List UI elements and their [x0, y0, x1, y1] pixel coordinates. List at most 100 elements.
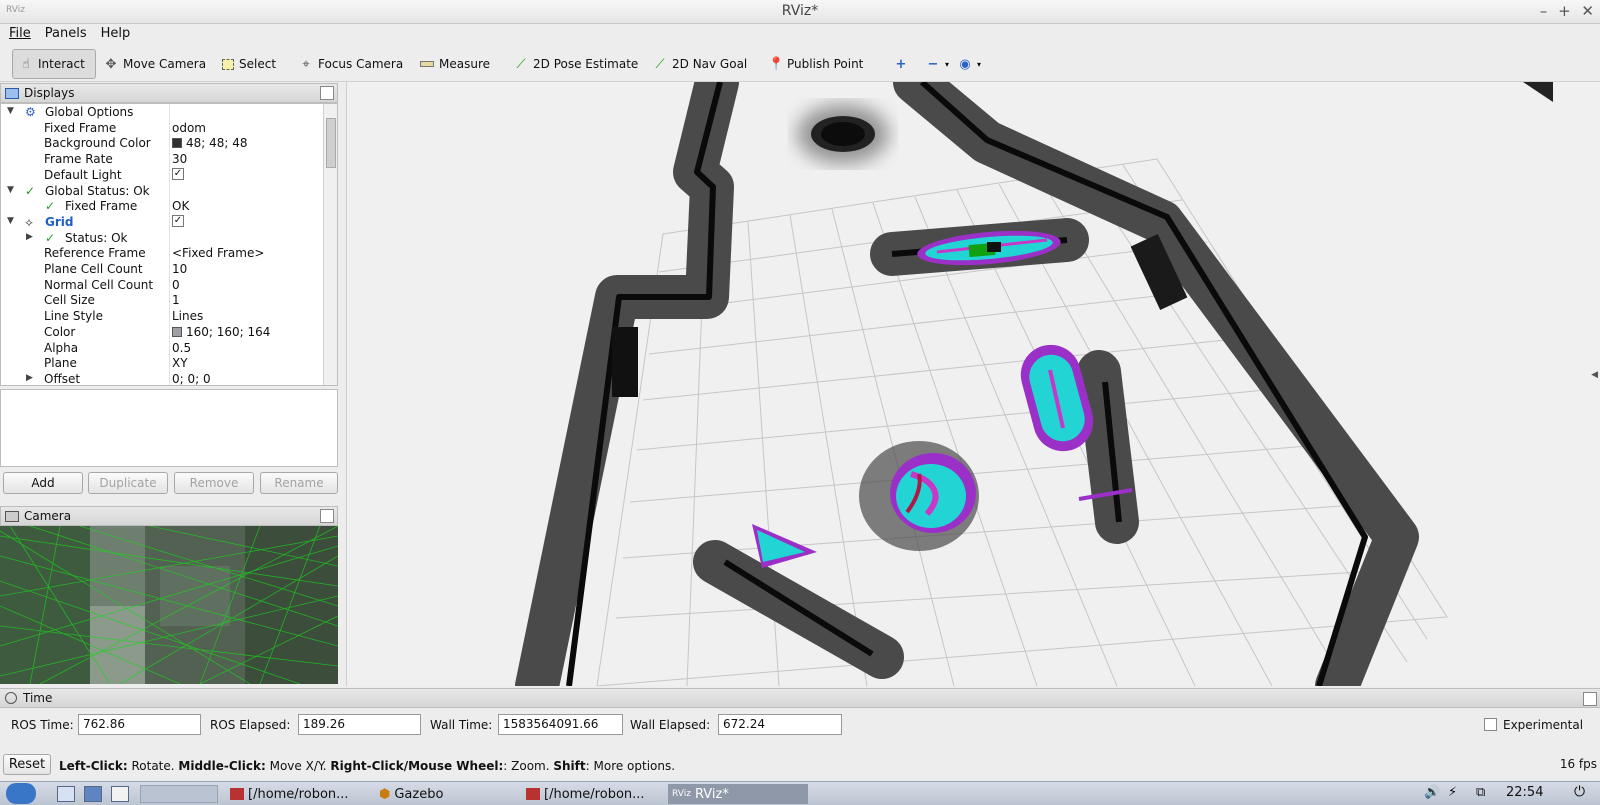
tree-row-fixed-frame-status[interactable]: ✓ Fixed Frame OK [1, 198, 323, 214]
expand-closed-icon[interactable]: ▶ [26, 232, 36, 242]
chevron-down-icon: ▾ [945, 59, 950, 69]
tree-row-reference-frame[interactable]: Reference Frame <Fixed Frame> [1, 245, 323, 261]
gear-icon: ⚙ [25, 105, 36, 119]
rename-button[interactable]: Rename [260, 472, 338, 494]
taskbar: [/home/robon... ⬢ Gazebo [/home/robon... … [0, 781, 1600, 805]
status-hint-desc: : More options. [585, 759, 676, 773]
window-title: RViz* [781, 3, 819, 19]
scrollbar-thumb[interactable] [326, 118, 336, 168]
tree-row-value[interactable]: <Fixed Frame> [172, 246, 264, 260]
tree-row-frame-rate[interactable]: Frame Rate 30 [1, 151, 323, 167]
tree-row-global-status[interactable]: ▼ ✓ Global Status: Ok [1, 183, 323, 199]
menubar: File Panels Help [0, 24, 1600, 46]
tree-row-global-options[interactable]: ▼ ⚙ Global Options [1, 104, 323, 120]
view-tool-button[interactable]: ◉ ▾ [952, 49, 987, 79]
tool-2d-nav-goal[interactable]: ⟋ 2D Nav Goal [647, 49, 753, 79]
close-icon[interactable]: ✕ [1581, 2, 1594, 20]
expand-closed-icon[interactable]: ▶ [26, 373, 36, 383]
minimize-icon[interactable]: – [1540, 2, 1548, 20]
tool-2d-pose-estimate[interactable]: ⟋ 2D Pose Estimate [508, 49, 644, 79]
tree-row-checkbox[interactable]: ✓ [172, 167, 184, 180]
tool-focus-camera[interactable]: ⌖ Focus Camera [293, 49, 409, 79]
tree-row-value[interactable]: OK [172, 199, 189, 213]
window-switcher-icon[interactable] [111, 786, 129, 802]
3d-render-view[interactable]: ◀ [346, 82, 1600, 686]
tool-move-camera[interactable]: ✥ Move Camera [98, 49, 212, 79]
tree-row-normal-cell-count[interactable]: Normal Cell Count 0 [1, 277, 323, 293]
tree-row-color[interactable]: Color 160; 160; 164 [1, 324, 323, 340]
power-status-icon[interactable]: ⚡ [1448, 785, 1457, 800]
tree-row-value[interactable]: odom [172, 121, 206, 135]
task-terminal-2[interactable]: [/home/robon... [522, 784, 662, 804]
tree-row-value[interactable]: Lines [172, 309, 203, 323]
tool-measure[interactable]: Measure [414, 49, 496, 79]
expand-open-icon[interactable]: ▼ [7, 216, 17, 226]
tree-row-background-color[interactable]: Background Color 48; 48; 48 [1, 135, 323, 151]
tree-row-alpha[interactable]: Alpha 0.5 [1, 340, 323, 356]
desktop-pager[interactable] [140, 785, 218, 803]
remove-tool-button[interactable]: − ▾ [920, 49, 955, 79]
duplicate-button[interactable]: Duplicate [88, 472, 168, 494]
tree-row-value[interactable]: XY [172, 356, 188, 370]
tree-row-plane-cell-count[interactable]: Plane Cell Count 10 [1, 261, 323, 277]
panel-float-button[interactable] [320, 86, 334, 100]
tree-row-value[interactable]: 48; 48; 48 [172, 136, 248, 150]
tree-row-value[interactable]: 0 [172, 278, 180, 292]
tree-row-fixed-frame[interactable]: Fixed Frame odom [1, 120, 323, 136]
task-gazebo[interactable]: ⬢ Gazebo [375, 784, 515, 804]
tree-row-value[interactable]: ✓ [172, 167, 184, 180]
tree-row-grid[interactable]: ▼ ⟡ Grid ✓ [1, 214, 323, 230]
terminal-icon [526, 788, 540, 800]
ros-time-label: ROS Time: [11, 718, 74, 732]
ros-elapsed-field[interactable]: 189.26 [298, 714, 421, 735]
tree-row-offset[interactable]: ▶ Offset 0; 0; 0 [1, 371, 323, 385]
add-tool-button[interactable]: + [888, 49, 914, 79]
window-titlebar: RViz RViz* – + ✕ [0, 0, 1600, 24]
tree-row-value[interactable]: ✓ [172, 214, 184, 227]
start-menu-icon[interactable] [6, 783, 36, 804]
wall-time-field[interactable]: 1583564091.66 [498, 714, 623, 735]
tree-row-line-style[interactable]: Line Style Lines [1, 308, 323, 324]
color-swatch[interactable] [172, 326, 182, 337]
task-terminal-1[interactable]: [/home/robon... [226, 784, 366, 804]
camera-image [0, 526, 338, 684]
maximize-icon[interactable]: + [1558, 2, 1571, 20]
panel-float-button[interactable] [1583, 692, 1597, 706]
menu-file[interactable]: File [4, 24, 36, 43]
browser-icon[interactable] [84, 786, 102, 802]
expand-open-icon[interactable]: ▼ [7, 106, 17, 116]
reset-button[interactable]: Reset [3, 754, 51, 775]
file-manager-icon[interactable] [57, 786, 75, 802]
network-icon[interactable]: ⧉ [1476, 785, 1485, 800]
expand-open-icon[interactable]: ▼ [7, 185, 17, 195]
menu-help[interactable]: Help [96, 24, 136, 43]
experimental-checkbox[interactable] [1484, 718, 1497, 731]
tree-row-value[interactable]: 0; 0; 0 [172, 372, 211, 385]
add-button[interactable]: Add [3, 472, 83, 494]
panel-float-button[interactable] [320, 509, 334, 523]
shutdown-icon[interactable]: ⏻ [1574, 784, 1585, 800]
color-swatch[interactable] [172, 138, 182, 149]
wall-elapsed-field[interactable]: 672.24 [718, 714, 842, 735]
task-rviz[interactable]: RViz RViz* [668, 784, 808, 804]
tree-row-value[interactable]: 1 [172, 293, 180, 307]
tree-row-checkbox[interactable]: ✓ [172, 214, 184, 227]
tree-row-plane[interactable]: Plane XY [1, 355, 323, 371]
right-collapse-icon[interactable]: ◀ [1591, 370, 1598, 380]
tool-interact[interactable]: ☝ Interact [12, 49, 96, 79]
tree-row-value[interactable]: 10 [172, 262, 187, 276]
camera-image-view[interactable] [0, 526, 338, 684]
tree-row-value[interactable]: 30 [172, 152, 187, 166]
tool-select[interactable]: Select [216, 49, 282, 79]
ros-time-field[interactable]: 762.86 [78, 714, 201, 735]
tree-row-value[interactable]: 0.5 [172, 341, 191, 355]
tree-row-default-light[interactable]: Default Light ✓ [1, 167, 323, 183]
tree-row-value[interactable]: 160; 160; 164 [172, 325, 270, 339]
tree-scrollbar[interactable] [323, 104, 337, 385]
tree-row-cell-size[interactable]: Cell Size 1 [1, 292, 323, 308]
volume-icon[interactable]: 🔊 [1424, 785, 1440, 800]
menu-panels[interactable]: Panels [40, 24, 92, 43]
remove-button[interactable]: Remove [174, 472, 254, 494]
tool-publish-point[interactable]: 📍 Publish Point [762, 49, 869, 79]
tree-row-grid-status[interactable]: ▶ ✓ Status: Ok [1, 230, 323, 246]
